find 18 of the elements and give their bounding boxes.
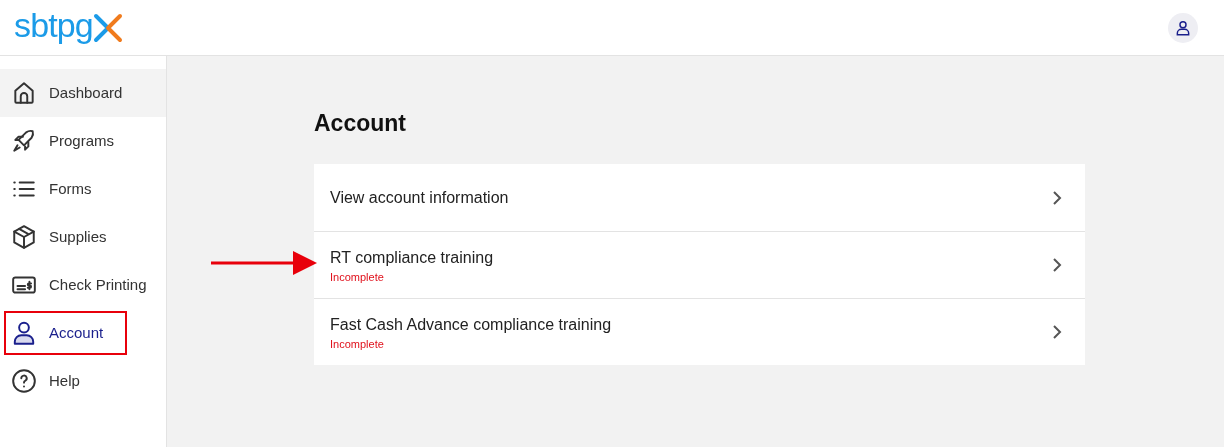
chevron-right-icon bbox=[1051, 189, 1063, 206]
chevron-right-icon bbox=[1051, 257, 1063, 273]
chevron-right-icon bbox=[1051, 324, 1063, 340]
account-row[interactable]: View account information bbox=[314, 164, 1085, 231]
status-text: Incomplete bbox=[330, 270, 385, 284]
status-text: Incomplete bbox=[330, 337, 385, 351]
rocket-icon bbox=[11, 128, 37, 154]
page-title: Account bbox=[314, 109, 407, 138]
sidebar-item[interactable]: Dashboard bbox=[0, 69, 166, 117]
profile-button[interactable] bbox=[1168, 12, 1198, 43]
home-icon bbox=[11, 80, 37, 106]
logo-mark-icon bbox=[92, 12, 123, 43]
box-icon bbox=[11, 224, 37, 250]
help-icon bbox=[11, 368, 37, 394]
account-row[interactable]: RT compliance training Incomplete bbox=[314, 231, 1085, 298]
account-row[interactable]: Fast Cash Advance compliance training Incomplete bbox=[314, 298, 1085, 365]
user-icon bbox=[11, 320, 37, 346]
user-icon bbox=[1175, 19, 1191, 36]
